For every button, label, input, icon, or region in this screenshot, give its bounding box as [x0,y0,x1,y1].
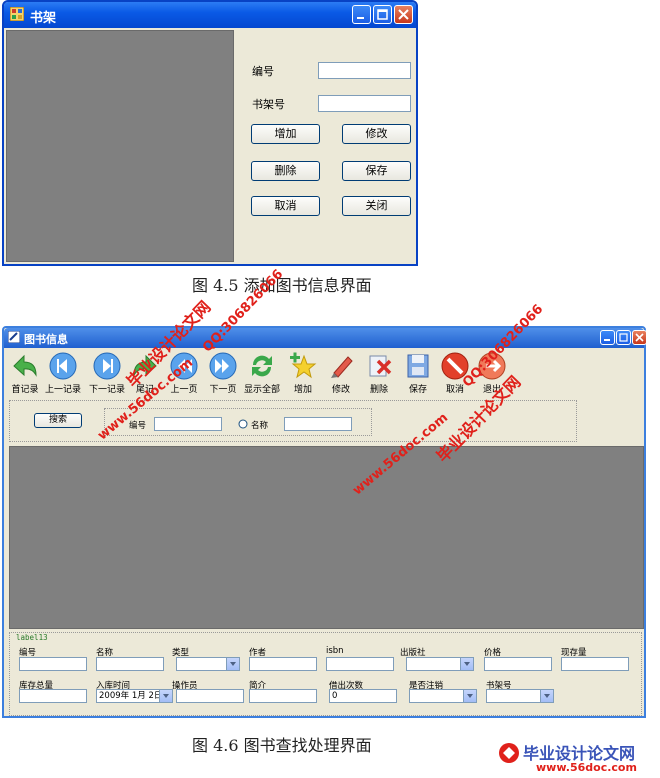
isbn-input[interactable] [326,657,394,671]
toolbar-save[interactable]: 保存 [398,351,438,395]
operator-input[interactable] [176,689,244,703]
toolbar-next-page[interactable]: 下一页 [203,351,243,395]
app-icon [10,7,24,21]
total-stock-input[interactable] [19,689,87,703]
chevron-down-icon[interactable] [159,690,172,702]
minimize-icon [604,339,610,341]
add-button[interactable]: 增加 [251,124,320,144]
toolbar-show-all[interactable]: 显示全部 [242,351,282,395]
app-icon [8,331,20,343]
shelf-select[interactable] [486,689,554,703]
minimize-button[interactable] [352,5,371,24]
figure-caption-2: 图 4.6 图书查找处理界面 [192,736,372,755]
search-id-input[interactable] [154,417,222,431]
next-record-icon [93,352,121,380]
summary-input[interactable] [249,689,317,703]
window-title: 图书信息 [24,333,68,346]
data-grid[interactable] [6,30,234,262]
toolbar-prev-record[interactable]: 上一记录 [43,351,83,395]
radio-icon[interactable] [238,419,248,429]
cancel-button[interactable]: 取消 [251,196,320,216]
bookshelf-window: 书架 编号 书架号 增加 修改 删除 保存 取消 关闭 [2,0,418,266]
search-name-label: 名称 [251,421,269,431]
logo-icon [499,743,519,763]
borrow-count-input[interactable]: 0 [329,689,397,703]
save-button[interactable]: 保存 [342,161,411,181]
window-title: 书架 [30,11,57,26]
close-window-button[interactable] [394,5,413,24]
delete-button[interactable]: 删除 [251,161,320,181]
toolbar-add[interactable]: 增加 [283,351,323,395]
detail-group-label: label13 [16,633,48,642]
cancelled-select[interactable] [409,689,477,703]
title-bar[interactable]: 图书信息 [4,328,647,348]
detail-panel [9,632,642,716]
toolbar-delete[interactable]: 删除 [359,351,399,395]
field-label: isbn [326,646,344,656]
footer-logo: 毕业设计论文网 www.56doc.com [498,740,658,776]
star-add-icon [290,352,317,379]
shelf-number-label: 书架号 [252,98,285,111]
footer-site: www.56doc.com [536,761,637,774]
book-id-input[interactable] [19,657,87,671]
price-input[interactable] [484,657,552,671]
close-icon [635,333,644,342]
minimize-button[interactable] [600,330,615,345]
search-button[interactable]: 搜索 [34,413,82,428]
next-page-icon [209,352,237,380]
books-data-grid[interactable] [9,446,644,629]
chevron-down-icon[interactable] [460,658,473,670]
search-name-input[interactable] [284,417,352,431]
chevron-down-icon[interactable] [540,690,553,702]
minimize-icon [357,17,364,19]
maximize-button[interactable] [373,5,392,24]
save-icon [407,354,429,378]
id-label: 编号 [252,65,274,78]
author-input[interactable] [249,657,317,671]
chevron-down-icon[interactable] [463,690,476,702]
maximize-icon [619,333,628,342]
type-select[interactable] [176,657,240,671]
close-button[interactable]: 关闭 [342,196,411,216]
date-picker[interactable]: 2009年 1月 2日 [96,689,173,703]
book-name-input[interactable] [96,657,164,671]
back-arrow-icon [13,354,37,377]
maximize-icon [377,9,388,20]
close-icon [398,9,409,20]
toolbar-first-record[interactable]: 首记录 [5,351,45,395]
edit-button[interactable]: 修改 [342,124,411,144]
publisher-select[interactable] [406,657,474,671]
prev-record-icon [49,352,77,380]
id-input[interactable] [318,62,411,79]
book-info-window: 图书信息 首记录 上一记录 下一记录 尾记 上一页 下一页 显示全部 增加 修改… [2,326,647,718]
maximize-button[interactable] [616,330,631,345]
shelf-number-input[interactable] [318,95,411,112]
refresh-icon [252,355,272,377]
delete-icon [369,355,392,377]
toolbar-edit[interactable]: 修改 [321,351,361,395]
chevron-down-icon[interactable] [226,658,239,670]
close-window-button[interactable] [632,330,647,345]
stock-input[interactable] [561,657,629,671]
title-bar[interactable]: 书架 [4,2,416,28]
edit-icon [331,356,353,378]
